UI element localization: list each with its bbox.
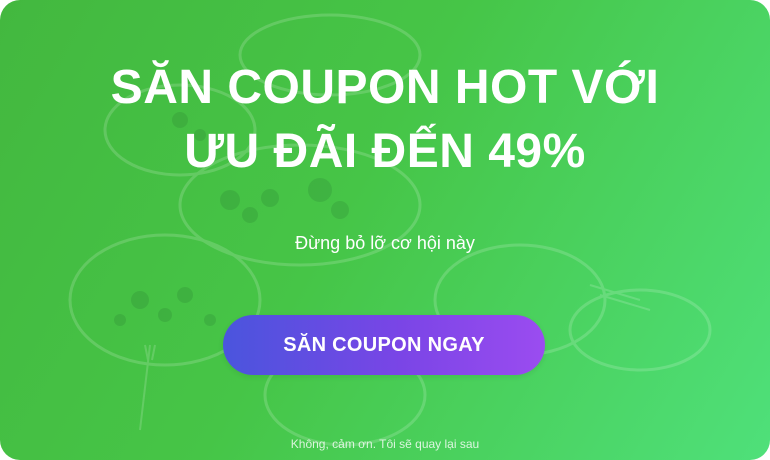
headline-line-2: ƯU ĐÃI ĐẾN 49% [184, 125, 586, 178]
hunt-coupon-button[interactable]: SĂN COUPON NGAY [223, 315, 545, 375]
headline-line-1: SĂN COUPON HOT VỚI [110, 61, 660, 114]
coupon-popup: SĂN COUPON HOT VỚI ƯU ĐÃI ĐẾN 49% Đừng b… [0, 0, 770, 460]
dismiss-link[interactable]: Không, cảm ơn. Tôi sẽ quay lại sau [0, 436, 770, 452]
headline: SĂN COUPON HOT VỚI ƯU ĐÃI ĐẾN 49% [0, 56, 770, 184]
subtext: Đừng bỏ lỡ cơ hội này [295, 233, 475, 253]
